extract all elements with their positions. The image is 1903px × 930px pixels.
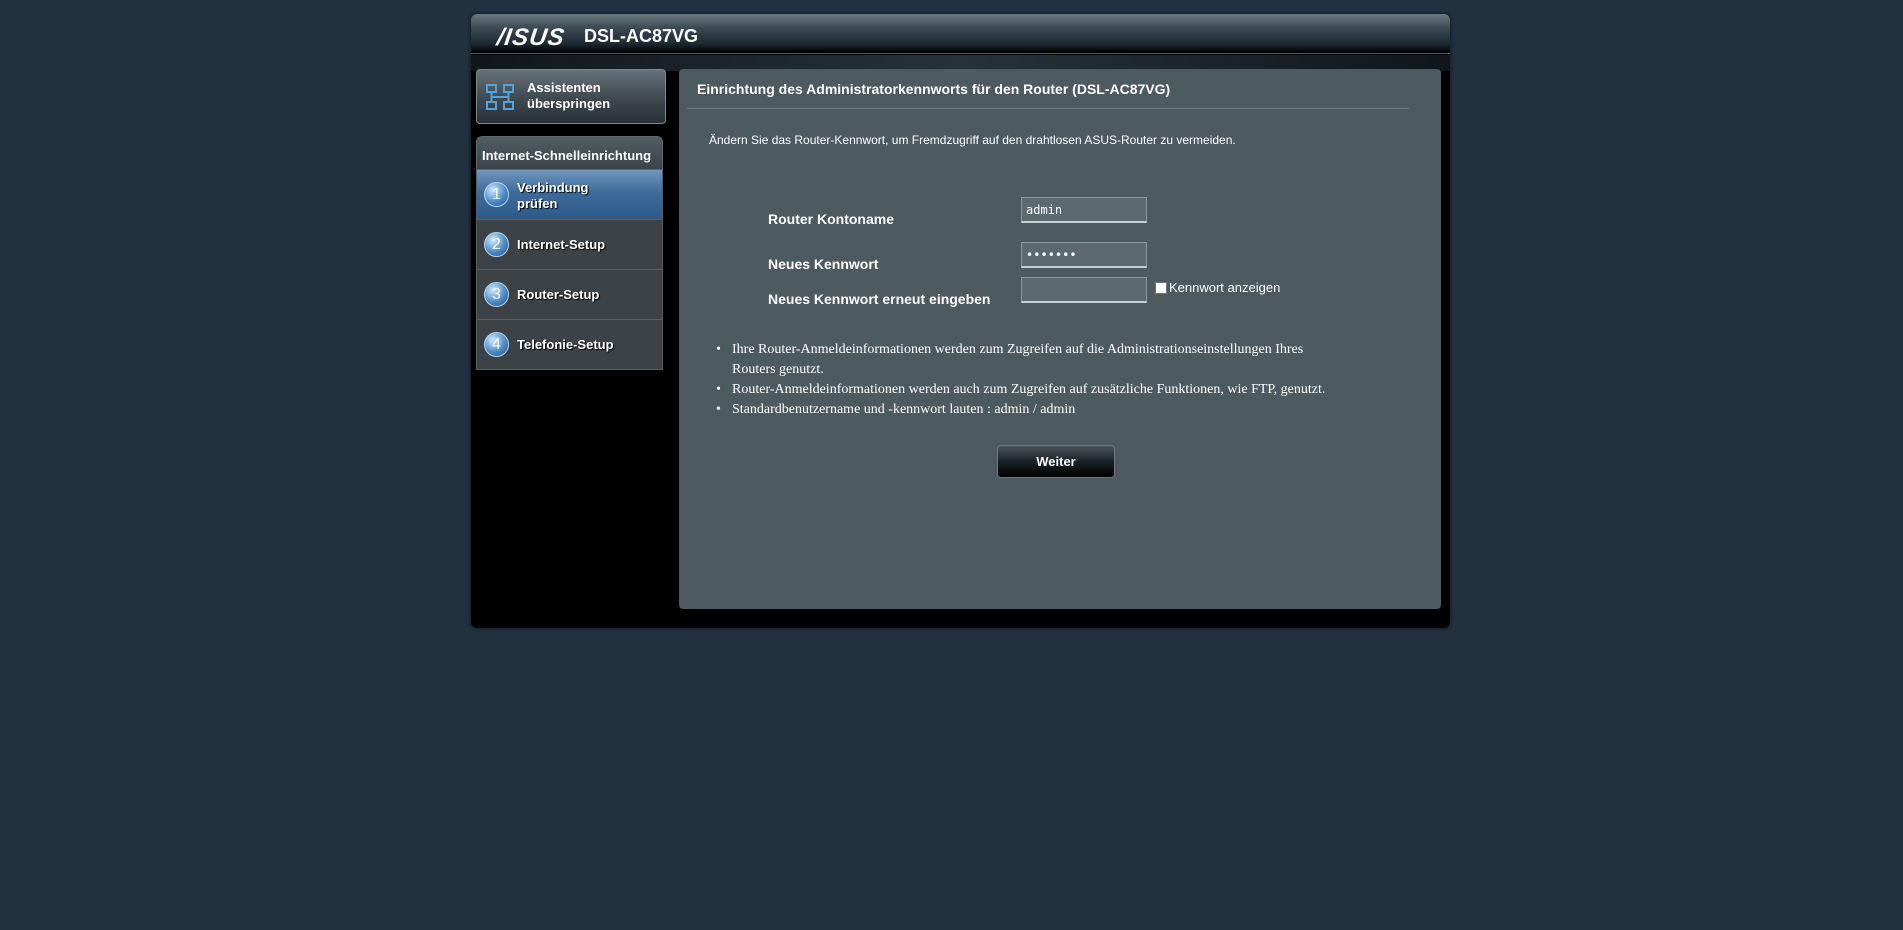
account-name-input[interactable] [1021, 197, 1147, 223]
step-number-3: 3 [484, 282, 509, 307]
confirm-password-input[interactable] [1021, 277, 1147, 303]
next-button[interactable]: Weiter [997, 445, 1115, 478]
step-internet-setup[interactable]: 2 Internet-Setup [476, 220, 663, 270]
step-label: Router-Setup [517, 287, 600, 302]
step-label: Telefonie-Setup [517, 337, 614, 352]
router-window: /ISUS DSL-AC87VG Assistenten überspringe… [471, 14, 1450, 628]
show-password-checkbox[interactable] [1155, 281, 1167, 294]
account-name-label: Router Kontoname [768, 211, 894, 227]
new-password-label: Neues Kennwort [768, 256, 879, 272]
divider [687, 108, 1409, 109]
step-number-2: 2 [484, 232, 509, 257]
confirm-password-label: Neues Kennwort erneut eingeben [768, 291, 991, 307]
model-name: DSL-AC87VG [584, 26, 699, 46]
step-label: Verbindung prüfen [517, 180, 589, 211]
step-router-setup[interactable]: 3 Router-Setup [476, 270, 663, 320]
note-item: Standardbenutzername und -kennwort laute… [716, 400, 1346, 420]
network-icon [486, 84, 514, 110]
skip-wizard-button[interactable]: Assistenten überspringen [476, 69, 666, 124]
step-label: Internet-Setup [517, 237, 606, 252]
show-password-label: Kennwort anzeigen [1169, 280, 1281, 295]
header-bar: /ISUS DSL-AC87VG [471, 14, 1450, 71]
page-title: Einrichtung des Administratorkennworts f… [697, 81, 1171, 97]
wizard-steps: Internet-Schnelleinrichtung 1 Verbindung… [476, 136, 663, 370]
new-password-input[interactable] [1021, 242, 1147, 268]
step-number-4: 4 [484, 332, 509, 357]
info-notes: Ihre Router-Anmeldeinformationen werden … [716, 340, 1346, 420]
note-item: Ihre Router-Anmeldeinformationen werden … [716, 340, 1346, 380]
main-panel: Einrichtung des Administratorkennworts f… [679, 69, 1441, 609]
intro-text: Ändern Sie das Router-Kennwort, um Fremd… [709, 133, 1236, 147]
step-verbindung-pruefen[interactable]: 1 Verbindung prüfen [476, 170, 663, 220]
show-password-toggle[interactable]: Kennwort anzeigen [1155, 280, 1280, 295]
step-number-1: 1 [484, 182, 509, 207]
skip-wizard-label: Assistenten überspringen [527, 80, 611, 111]
asus-logo: /ISUS [495, 24, 567, 51]
wizard-title: Internet-Schnelleinrichtung [476, 136, 663, 170]
step-telefonie-setup[interactable]: 4 Telefonie-Setup [476, 320, 663, 370]
note-item: Router-Anmeldeinformationen werden auch … [716, 380, 1346, 400]
